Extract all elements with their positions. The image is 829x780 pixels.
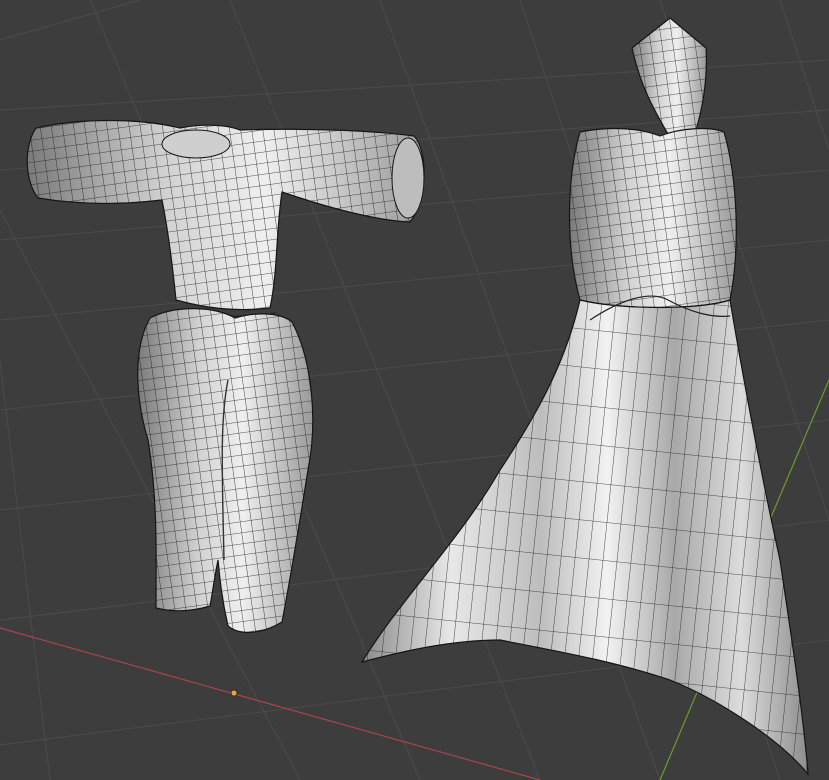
skirt-wireframe xyxy=(362,300,808,774)
pants-wireframe xyxy=(137,308,313,633)
long-dress-mesh[interactable] xyxy=(360,17,809,776)
shirt-neckline xyxy=(161,129,231,159)
viewport-canvas[interactable] xyxy=(0,0,829,780)
bodice-wireframe xyxy=(569,128,737,308)
right-sleeve-opening xyxy=(391,137,425,219)
3d-viewport[interactable] xyxy=(0,0,829,780)
outfit-top-pants-mesh[interactable] xyxy=(26,119,425,633)
origin-point[interactable] xyxy=(230,689,238,697)
hood-wireframe xyxy=(632,18,707,134)
x-axis-line xyxy=(0,627,541,780)
